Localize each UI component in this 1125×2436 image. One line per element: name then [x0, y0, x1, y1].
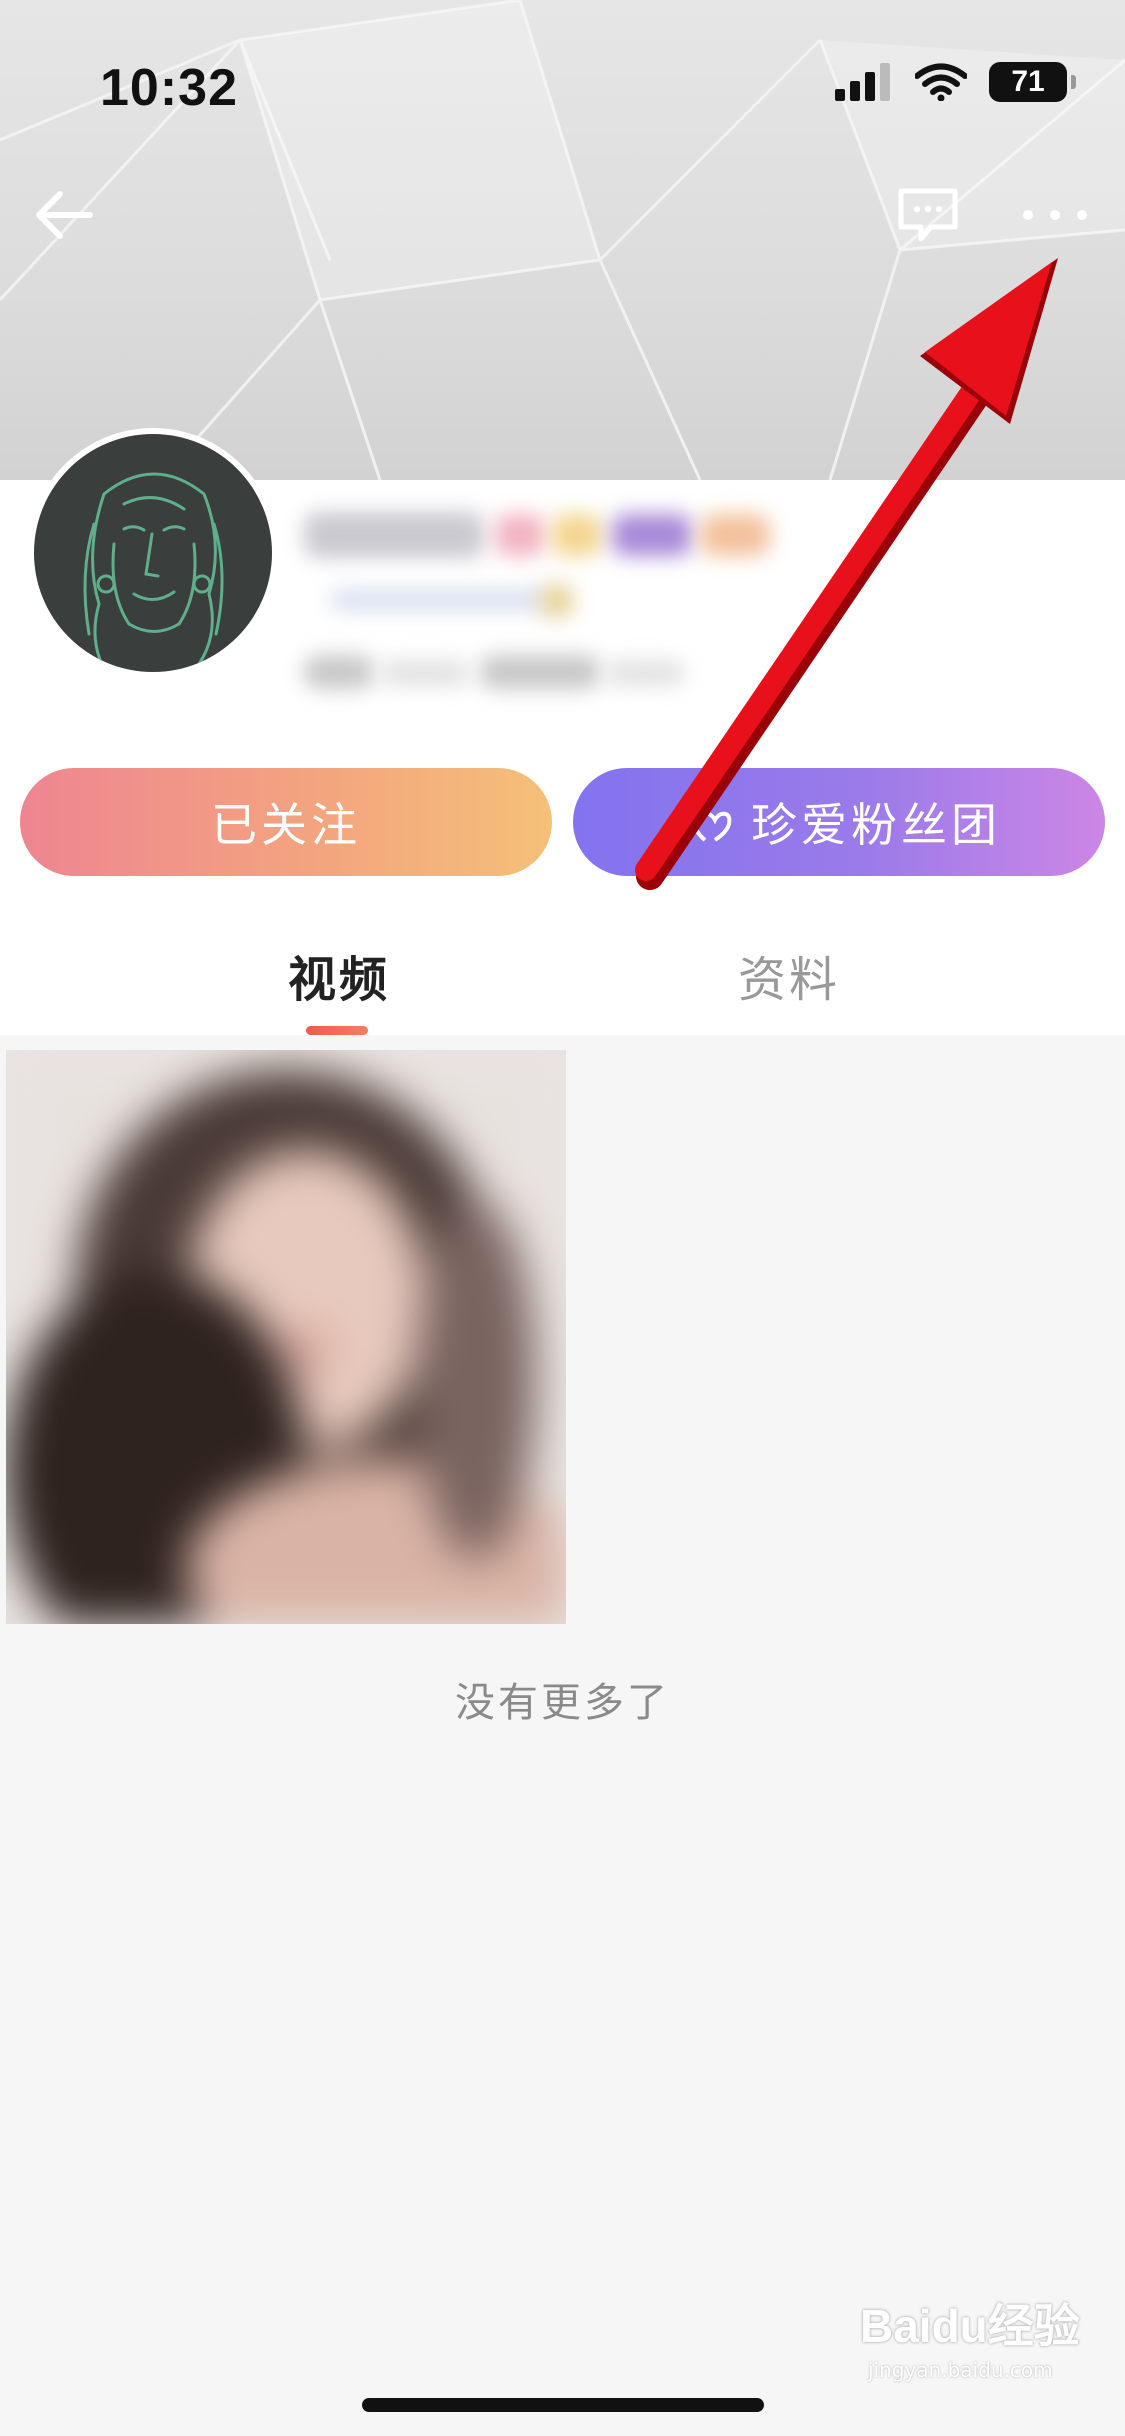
no-more-content-text: 没有更多了: [455, 1680, 670, 1726]
more-dots-icon[interactable]: [1020, 195, 1090, 235]
tab-active-indicator: [306, 1026, 368, 1035]
followed-button-label: 已关注: [211, 798, 361, 852]
status-icons: 71: [835, 62, 1076, 102]
battery-indicator: 71: [989, 62, 1076, 102]
tab-info[interactable]: 资料: [738, 940, 840, 1010]
status-time: 10:32: [100, 59, 238, 117]
double-heart-icon: [678, 804, 732, 842]
sketch-portrait-avatar: [83, 472, 224, 671]
arrow-left-icon[interactable]: [30, 180, 100, 250]
home-indicator: [362, 2398, 764, 2412]
wifi-icon: [915, 63, 967, 101]
profile-info-blurred: [290, 500, 810, 720]
followed-button[interactable]: 已关注: [20, 768, 552, 876]
avatar[interactable]: [28, 428, 278, 678]
baidu-watermark-url: jingyan.baidu.com: [868, 2358, 1053, 2382]
chat-bubble-icon[interactable]: [895, 185, 961, 245]
fan-club-button[interactable]: 珍爱粉丝团: [573, 768, 1105, 876]
video-thumbnail[interactable]: [6, 1050, 566, 1624]
cellular-signal-icon: [835, 63, 890, 101]
tab-video[interactable]: 视频: [288, 940, 390, 1010]
baidu-watermark: Baidu经验: [860, 2300, 1080, 2352]
fan-club-button-label: 珍爱粉丝团: [751, 798, 1001, 852]
